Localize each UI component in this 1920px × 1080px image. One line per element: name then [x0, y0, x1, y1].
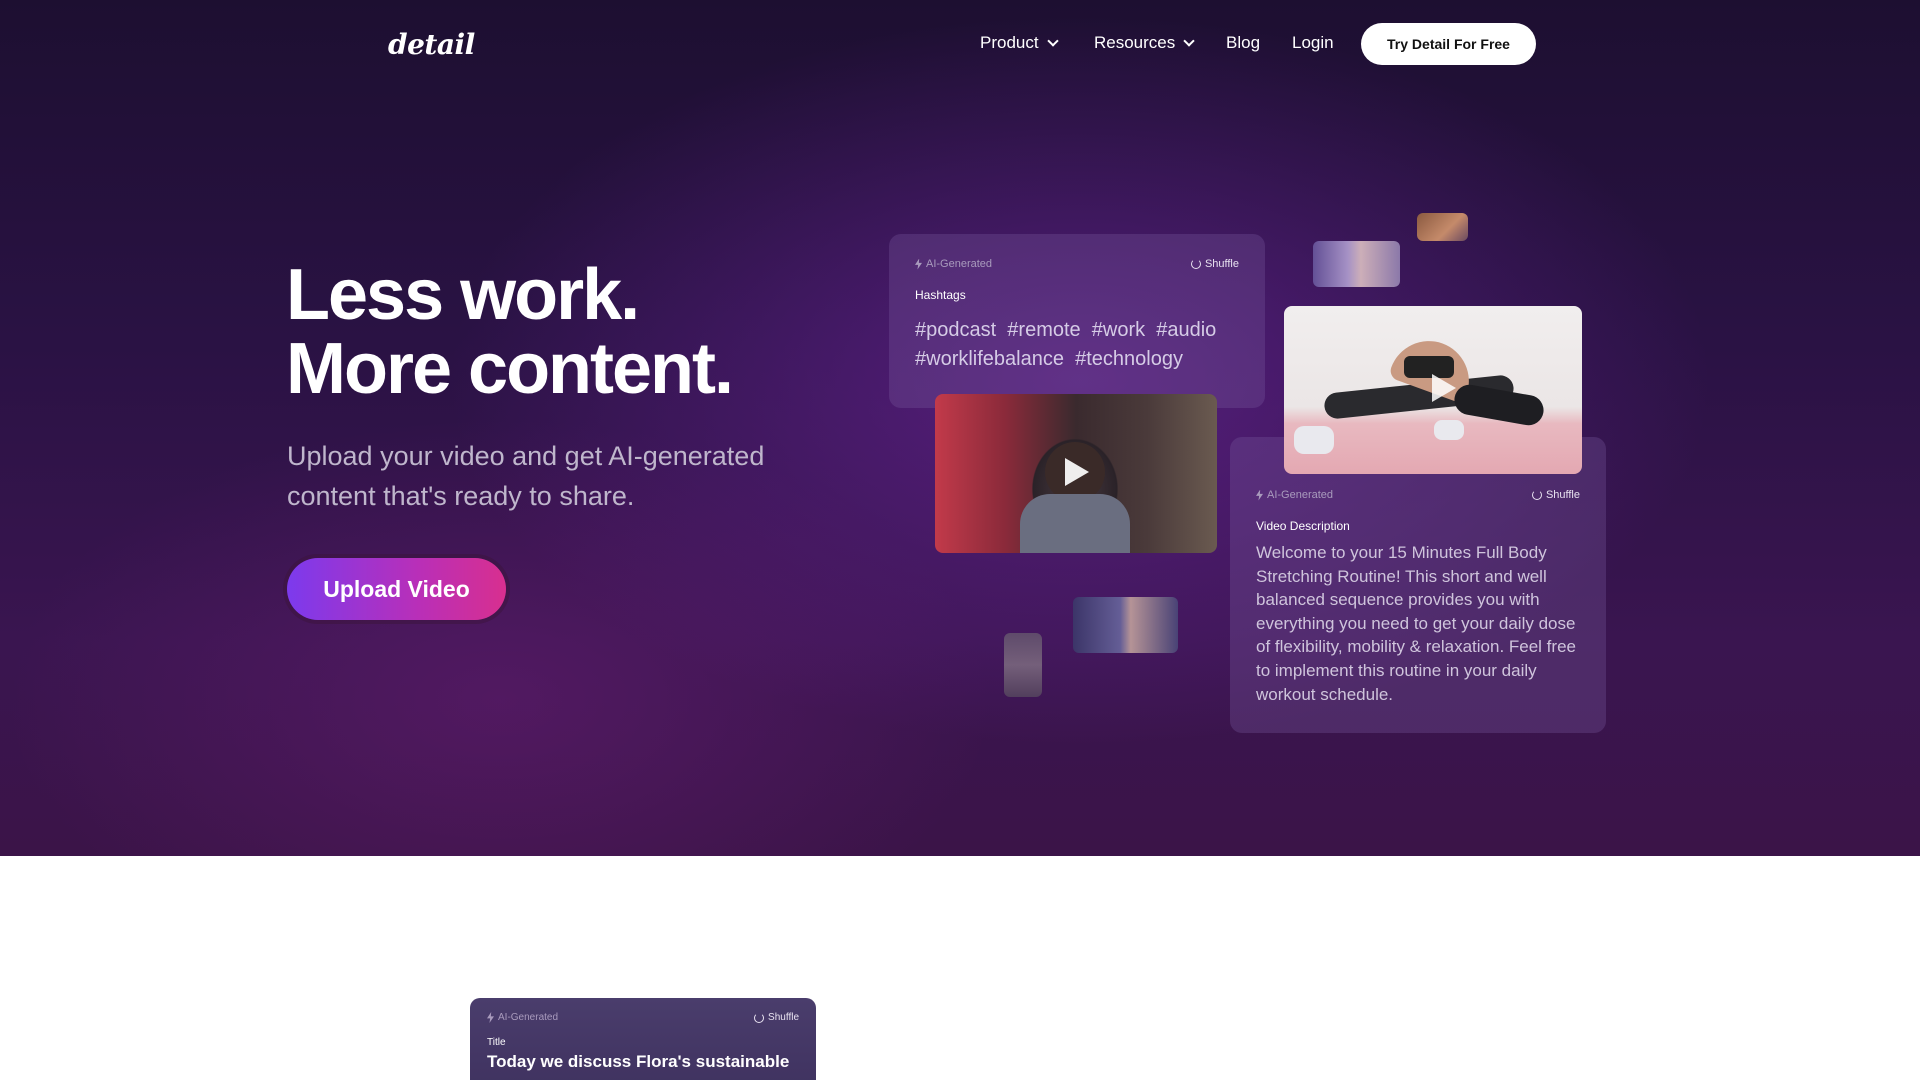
hero-subtitle: Upload your video and get AI-generated c…	[287, 441, 765, 511]
card-label: Title	[487, 1037, 506, 1048]
hero-section: detail Product Resources Blog Login Try …	[0, 0, 1920, 856]
ai-generated-badge: AI-Generated	[915, 258, 992, 270]
hashtags-line-2: #worklifebalance #technology	[915, 348, 1183, 370]
bolt-icon	[915, 258, 922, 270]
bolt-icon	[487, 1012, 494, 1023]
card-label: Hashtags	[915, 288, 966, 302]
upload-video-button[interactable]: Upload Video	[287, 558, 506, 620]
nav-login[interactable]: Login	[1292, 33, 1334, 53]
ai-generated-badge: AI-Generated	[487, 1012, 558, 1023]
headline-line-2: More content.	[286, 329, 734, 409]
hero-headline: Less work. More content.	[286, 255, 734, 409]
hashtags-card: AI-Generated Shuffle Hashtags #podcast #…	[889, 234, 1265, 408]
video-description-text: Welcome to your 15 Minutes Full Body Str…	[1256, 543, 1576, 704]
chevron-down-icon	[1183, 34, 1195, 47]
bolt-icon	[1256, 489, 1263, 501]
detail-logo[interactable]: detail	[388, 28, 475, 61]
stretching-video[interactable]	[1284, 306, 1582, 474]
try-free-button[interactable]: Try Detail For Free	[1361, 23, 1536, 65]
generated-title-text: Today we discuss Flora's sustainable	[487, 1052, 790, 1071]
play-icon	[1065, 458, 1089, 486]
video-thumbnail	[1313, 241, 1400, 287]
headline-line-1: Less work.	[286, 255, 640, 335]
video-description-card: AI-Generated Shuffle Video Description W…	[1230, 437, 1606, 733]
card-label: Video Description	[1256, 519, 1350, 533]
shuffle-button[interactable]: Shuffle	[754, 1012, 799, 1023]
video-thumbnail	[1417, 213, 1468, 241]
nav-blog[interactable]: Blog	[1226, 33, 1260, 53]
play-icon	[1432, 374, 1456, 402]
chevron-down-icon	[1046, 34, 1059, 47]
podcast-video[interactable]	[935, 394, 1217, 553]
ai-generated-badge: AI-Generated	[1256, 489, 1333, 501]
nav-resources[interactable]: Resources	[1094, 33, 1195, 53]
nav-login-label: Login	[1292, 33, 1334, 52]
shuffle-button[interactable]: Shuffle	[1190, 258, 1239, 270]
title-card: AI-Generated Shuffle Title Today we disc…	[470, 998, 816, 1080]
refresh-icon	[754, 1012, 765, 1023]
nav-product-label: Product	[980, 33, 1039, 52]
refresh-icon	[1531, 490, 1542, 500]
video-thumbnail	[1073, 597, 1178, 653]
nav-resources-label: Resources	[1094, 33, 1176, 52]
shuffle-button[interactable]: Shuffle	[1531, 489, 1580, 501]
refresh-icon	[1190, 259, 1201, 269]
nav-product[interactable]: Product	[980, 33, 1059, 53]
hashtags-line-1: #podcast #remote #work #audio	[915, 319, 1217, 341]
video-thumbnail	[1004, 633, 1042, 697]
nav-blog-label: Blog	[1226, 33, 1261, 52]
